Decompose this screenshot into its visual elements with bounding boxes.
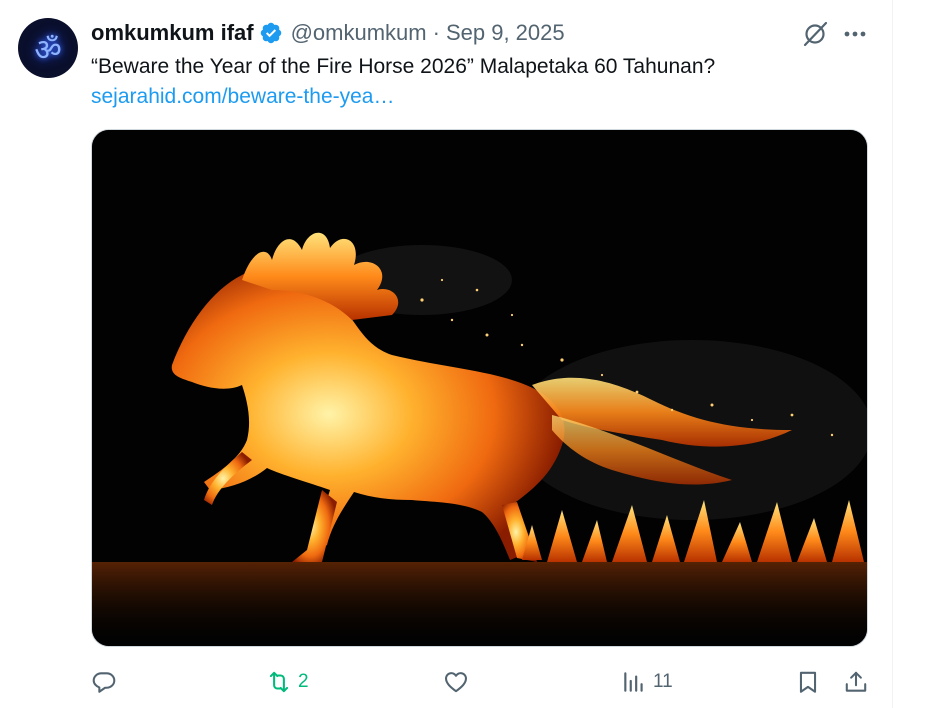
tweet-link[interactable]: sejarahid.com/beware-the-yea… bbox=[91, 85, 394, 109]
bookmark-icon bbox=[799, 671, 817, 693]
separator-dot: · bbox=[432, 20, 440, 45]
timestamp[interactable]: Sep 9, 2025 bbox=[446, 20, 565, 46]
share-icon bbox=[845, 671, 867, 692]
om-symbol-icon: ॐ bbox=[34, 32, 62, 68]
tweet-text: “Beware the Year of the Fire Horse 2026”… bbox=[91, 55, 716, 78]
display-name[interactable]: omkumkum ifaf bbox=[91, 20, 254, 46]
avatar[interactable]: ॐ bbox=[18, 18, 78, 78]
handle[interactable]: @omkumkum bbox=[291, 20, 427, 46]
retweet-icon bbox=[269, 671, 289, 693]
share-button[interactable] bbox=[843, 664, 869, 700]
views-icon bbox=[624, 672, 643, 692]
like-button[interactable] bbox=[443, 664, 475, 700]
reply-button[interactable] bbox=[91, 664, 123, 700]
reply-icon bbox=[92, 672, 116, 693]
timeline-divider bbox=[892, 0, 893, 708]
retweet-count: 2 bbox=[298, 671, 309, 692]
tweet-header: omkumkum ifaf @omkumkum · Sep 9, 2025 bbox=[91, 18, 565, 48]
bookmark-button[interactable] bbox=[795, 664, 821, 700]
tweet-media-image[interactable] bbox=[91, 129, 868, 647]
views-button[interactable]: 11 bbox=[621, 664, 673, 700]
fire-horse-image bbox=[92, 130, 867, 646]
verified-badge-icon[interactable] bbox=[259, 21, 283, 45]
retweet-button[interactable]: 2 bbox=[266, 664, 309, 700]
more-options-icon[interactable] bbox=[840, 19, 870, 49]
views-count: 11 bbox=[653, 671, 673, 692]
heart-icon bbox=[445, 672, 467, 693]
grok-icon[interactable] bbox=[800, 19, 830, 49]
tweet-actions: 2 11 bbox=[91, 664, 868, 700]
